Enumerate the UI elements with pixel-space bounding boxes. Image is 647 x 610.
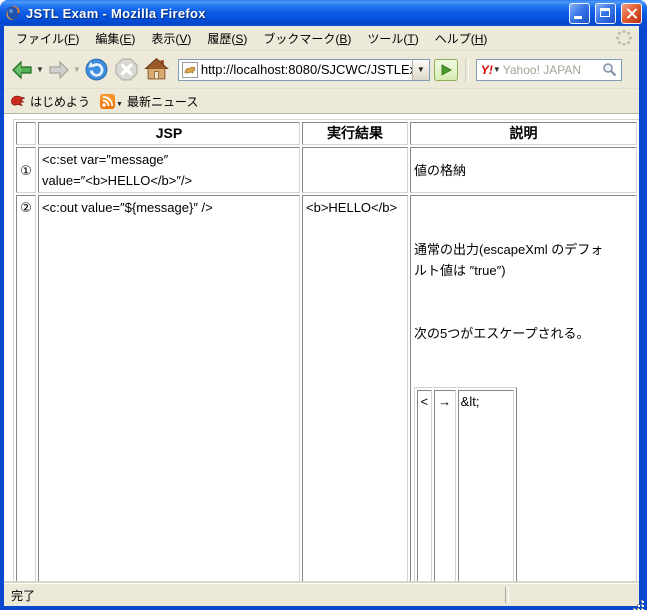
reload-icon (84, 57, 109, 82)
maximize-icon (600, 8, 610, 17)
statusbar-separator (505, 587, 509, 603)
reload-button[interactable] (82, 55, 111, 84)
home-icon (144, 57, 169, 82)
menu-file[interactable]: ファイル(F) (8, 27, 87, 50)
table-row: ① <c:set var=″message″ value=″<b>HELLO</… (16, 147, 637, 193)
search-bar[interactable]: Y! ▼ (476, 59, 622, 81)
description: 通常の出力(escapeXml のデフォ ルト値は ″true″) 次の5つがエ… (410, 195, 637, 583)
status-bar: 完了 (4, 583, 639, 606)
magnifier-icon (602, 62, 617, 77)
resize-grip-icon[interactable] (633, 600, 635, 602)
stop-button[interactable] (112, 55, 141, 84)
window-title: JSTL Exam - Mozilla Firefox (26, 6, 564, 21)
forward-icon (47, 58, 71, 82)
back-icon (10, 58, 34, 82)
exec-result: <b>HELLO</b> (302, 195, 408, 583)
row-number: ② (16, 195, 36, 583)
toolbar-separator (465, 58, 469, 82)
search-go-button[interactable] (599, 60, 621, 80)
menu-bookmarks[interactable]: ブックマーク(B) (255, 27, 359, 50)
header-jsp: JSP (38, 122, 300, 145)
search-input[interactable] (501, 62, 599, 78)
close-icon (627, 8, 638, 19)
home-button[interactable] (142, 55, 171, 84)
menu-view[interactable]: 表示(V) (143, 27, 199, 50)
bookmark-getting-started[interactable]: はじめよう (10, 93, 90, 110)
maximize-button[interactable] (595, 3, 616, 24)
escape-table: < → &lt; > → &gt; & → &amp; (414, 387, 517, 583)
rss-icon (100, 94, 115, 109)
escape-row: < → &lt; (417, 390, 514, 583)
forward-button[interactable] (45, 56, 73, 84)
menu-bar: ファイル(F) 編集(E) 表示(V) 履歴(S) ブックマーク(B) ツール(… (4, 26, 639, 51)
title-bar[interactable]: JSTL Exam - Mozilla Firefox (0, 0, 647, 26)
escape-char: < (417, 390, 432, 583)
back-button[interactable] (8, 56, 36, 84)
go-icon (440, 64, 452, 76)
mozilla-dino-icon (10, 94, 26, 108)
menu-history[interactable]: 履歴(S) (199, 27, 255, 50)
header-blank (16, 122, 36, 145)
desc-line: 通常の出力(escapeXml のデフォ ルト値は ″true″) (414, 239, 633, 281)
jsp-code: <c:set var=″message″ value=″<b>HELLO</b>… (38, 147, 300, 193)
row-number: ① (16, 147, 36, 193)
back-dropdown[interactable]: ▼ (36, 65, 44, 74)
menu-tools[interactable]: ツール(T) (359, 27, 426, 50)
close-button[interactable] (621, 3, 642, 24)
menu-edit[interactable]: 編集(E) (87, 27, 143, 50)
navigation-toolbar: ▼ ▼ (4, 51, 639, 89)
url-input[interactable] (201, 62, 412, 77)
address-bar[interactable]: ▼ (178, 59, 430, 81)
status-text: 完了 (11, 587, 35, 604)
stop-icon (114, 57, 139, 82)
menu-help[interactable]: ヘルプ(H) (427, 27, 496, 50)
bookmark-latest-news[interactable]: ▼ 最新ニュース (100, 93, 198, 110)
header-result: 実行結果 (302, 122, 408, 145)
arrow-icon: → (434, 390, 456, 583)
yahoo-logo: Y! (477, 63, 494, 77)
forward-dropdown[interactable]: ▼ (73, 65, 81, 74)
url-dropdown[interactable]: ▼ (412, 60, 429, 80)
live-bookmark-arrow-icon: ▼ (116, 101, 123, 110)
minimize-icon (574, 16, 582, 19)
go-button[interactable] (434, 59, 458, 81)
firefox-icon (5, 5, 21, 21)
table-header-row: JSP 実行結果 説明 (16, 122, 637, 145)
page-content: JSP 実行結果 説明 ① <c:set var=″message″ value… (4, 114, 639, 583)
exec-result (302, 147, 408, 193)
search-engine-dropdown[interactable]: ▼ (493, 65, 501, 74)
bookmarks-bar: はじめよう ▼ 最新ニュース (4, 89, 639, 114)
desc-line: 次の5つがエスケープされる。 (414, 323, 633, 344)
jsp-code: <c:out value=″${message}″ /> (38, 195, 300, 583)
escape-entity: &lt; (458, 390, 514, 583)
throbber-icon (615, 29, 633, 47)
minimize-button[interactable] (569, 3, 590, 24)
header-desc: 説明 (410, 122, 637, 145)
site-favicon (181, 61, 199, 79)
description: 値の格納 (410, 147, 637, 193)
table-row: ② <c:out value=″${message}″ /> <b>HELLO<… (16, 195, 637, 583)
bookmark-label: はじめよう (30, 93, 90, 110)
jstl-exam-table: JSP 実行結果 説明 ① <c:set var=″message″ value… (13, 119, 639, 583)
bookmark-label: 最新ニュース (127, 93, 198, 110)
browser-window: JSTL Exam - Mozilla Firefox ファイル(F) 編集(E… (0, 0, 647, 610)
